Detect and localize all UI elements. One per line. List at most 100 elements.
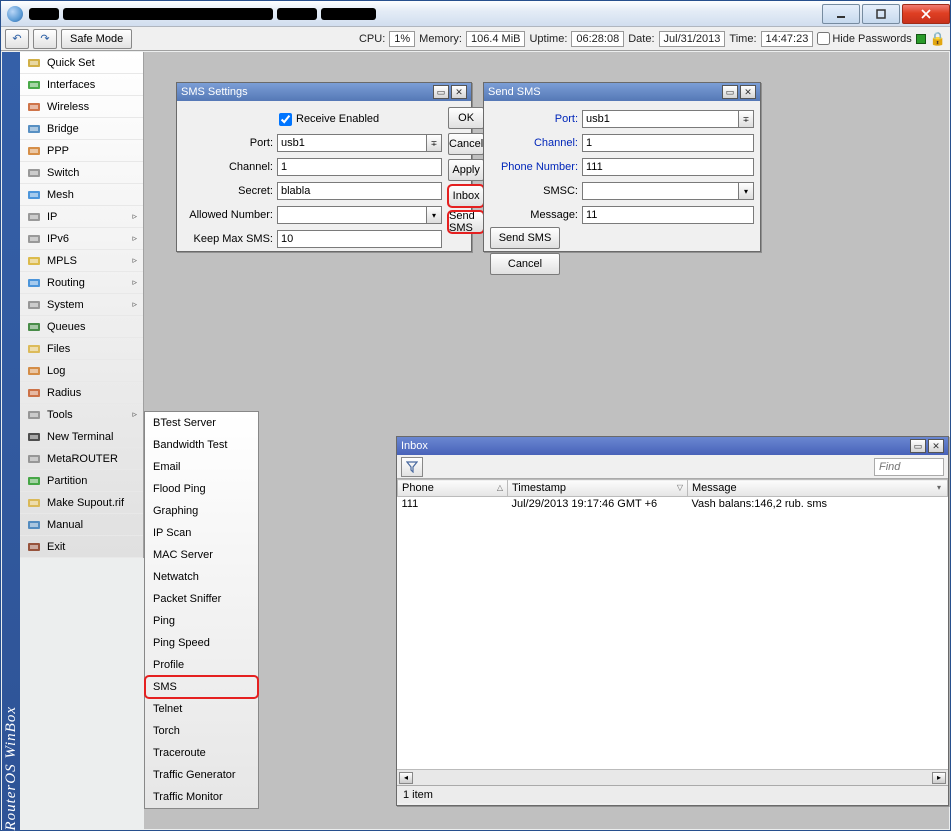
col-timestamp[interactable]: Timestamp▽ xyxy=(508,480,688,497)
sms-settings-dock-button[interactable]: ▭ xyxy=(433,85,449,99)
submenu-item-ping-speed[interactable]: Ping Speed xyxy=(145,632,258,654)
sidebar-item-bridge[interactable]: Bridge xyxy=(20,118,143,140)
ok-button[interactable]: OK xyxy=(448,107,484,129)
submenu-item-bandwidth-test[interactable]: Bandwidth Test xyxy=(145,434,258,456)
submenu-item-profile[interactable]: Profile xyxy=(145,654,258,676)
sidebar-item-ppp[interactable]: PPP xyxy=(20,140,143,162)
sidebar-item-partition[interactable]: Partition xyxy=(20,470,143,492)
sidebar-item-metarouter[interactable]: MetaROUTER xyxy=(20,448,143,470)
redo-button[interactable]: ↷ xyxy=(33,29,57,49)
find-input[interactable] xyxy=(874,458,944,476)
sidebar-item-ip[interactable]: IP▹ xyxy=(20,206,143,228)
scroll-left-button[interactable]: ◂ xyxy=(399,772,413,784)
title-redacted xyxy=(29,8,59,20)
sidebar-item-queues[interactable]: Queues xyxy=(20,316,143,338)
sidebar-item-quick-set[interactable]: Quick Set xyxy=(20,52,143,74)
col-message[interactable]: Message▾ xyxy=(688,480,948,497)
inbox-button[interactable]: Inbox xyxy=(448,185,484,207)
channel-input[interactable] xyxy=(277,158,442,176)
sidebar-item-log[interactable]: Log xyxy=(20,360,143,382)
sidebar-item-radius[interactable]: Radius xyxy=(20,382,143,404)
inbox-dock-button[interactable]: ▭ xyxy=(910,439,926,453)
sendsms-smsc-dropdown[interactable]: ▾ xyxy=(738,182,754,200)
port-dropdown-button[interactable]: ∓ xyxy=(426,134,442,152)
sidebar-item-system[interactable]: System▹ xyxy=(20,294,143,316)
sidebar-item-wireless[interactable]: Wireless xyxy=(20,96,143,118)
sidebar-item-make-supout-rif[interactable]: Make Supout.rif xyxy=(20,492,143,514)
sidebar-item-mesh[interactable]: Mesh xyxy=(20,184,143,206)
send-sms-window: Send SMS ▭ ✕ Port: ∓ Channel: Phone Numb… xyxy=(483,82,761,252)
filter-button[interactable] xyxy=(401,457,423,477)
exit-icon xyxy=(26,539,42,555)
sidebar-item-label: Switch xyxy=(47,167,79,179)
sidebar-item-interfaces[interactable]: Interfaces xyxy=(20,74,143,96)
send-sms-dock-button[interactable]: ▭ xyxy=(722,85,738,99)
hide-passwords-checkbox[interactable]: Hide Passwords xyxy=(817,32,911,45)
send-sms-titlebar[interactable]: Send SMS ▭ ✕ xyxy=(484,83,760,101)
sms-settings-close-button[interactable]: ✕ xyxy=(451,85,467,99)
receive-enabled-checkbox[interactable] xyxy=(279,113,292,126)
submenu-item-sms[interactable]: SMS xyxy=(145,676,258,698)
sidebar-item-label: Exit xyxy=(47,541,65,553)
secret-input[interactable] xyxy=(277,182,442,200)
time-value: 14:47:23 xyxy=(761,31,814,47)
sendsms-send-button[interactable]: Send SMS xyxy=(490,227,560,249)
sendsms-cancel-button[interactable]: Cancel xyxy=(490,253,560,275)
submenu-item-traffic-monitor[interactable]: Traffic Monitor xyxy=(145,786,258,808)
undo-button[interactable]: ↶ xyxy=(5,29,29,49)
sendsms-port-dropdown[interactable]: ∓ xyxy=(738,110,754,128)
allowed-dropdown-button[interactable]: ▾ xyxy=(426,206,442,224)
terminal-icon xyxy=(26,429,42,445)
minimize-button[interactable] xyxy=(822,4,860,24)
safe-mode-button[interactable]: Safe Mode xyxy=(61,29,132,49)
sidebar-item-mpls[interactable]: MPLS▹ xyxy=(20,250,143,272)
sidebar-item-manual[interactable]: Manual xyxy=(20,514,143,536)
time-label: Time: xyxy=(729,33,756,45)
sidebar-item-routing[interactable]: Routing▹ xyxy=(20,272,143,294)
submenu-item-traffic-generator[interactable]: Traffic Generator xyxy=(145,764,258,786)
sendsms-smsc-input[interactable] xyxy=(582,182,738,200)
inbox-close-button[interactable]: ✕ xyxy=(928,439,944,453)
funnel-icon xyxy=(406,461,418,473)
port-input[interactable] xyxy=(277,134,426,152)
submenu-item-traceroute[interactable]: Traceroute xyxy=(145,742,258,764)
submenu-item-telnet[interactable]: Telnet xyxy=(145,698,258,720)
cancel-button[interactable]: Cancel xyxy=(448,133,484,155)
sidebar-item-exit[interactable]: Exit xyxy=(20,536,143,558)
maximize-button[interactable] xyxy=(862,4,900,24)
sidebar-item-files[interactable]: Files xyxy=(20,338,143,360)
sidebar-item-ipv6[interactable]: IPv6▹ xyxy=(20,228,143,250)
inbox-hscrollbar[interactable]: ◂ ▸ xyxy=(397,769,948,785)
sendsms-message-input[interactable] xyxy=(582,206,754,224)
sidebar-item-label: Make Supout.rif xyxy=(47,497,124,509)
sendsms-port-input[interactable] xyxy=(582,110,738,128)
sendsms-phone-input[interactable] xyxy=(582,158,754,176)
close-button[interactable] xyxy=(902,4,950,24)
submenu-item-graphing[interactable]: Graphing xyxy=(145,500,258,522)
submenu-item-ip-scan[interactable]: IP Scan xyxy=(145,522,258,544)
sidebar-item-switch[interactable]: Switch xyxy=(20,162,143,184)
scroll-right-button[interactable]: ▸ xyxy=(932,772,946,784)
inbox-row[interactable]: 111Jul/29/2013 19:17:46 GMT +6Vash balan… xyxy=(398,497,948,512)
inbox-titlebar[interactable]: Inbox ▭ ✕ xyxy=(397,437,948,455)
submenu-item-email[interactable]: Email xyxy=(145,456,258,478)
submenu-item-netwatch[interactable]: Netwatch xyxy=(145,566,258,588)
submenu-item-mac-server[interactable]: MAC Server xyxy=(145,544,258,566)
uptime-label: Uptime: xyxy=(529,33,567,45)
cpu-label: CPU: xyxy=(359,33,385,45)
sidebar-item-tools[interactable]: Tools▹ xyxy=(20,404,143,426)
send-sms-button[interactable]: Send SMS xyxy=(448,211,484,233)
submenu-item-torch[interactable]: Torch xyxy=(145,720,258,742)
sendsms-channel-input[interactable] xyxy=(582,134,754,152)
apply-button[interactable]: Apply xyxy=(448,159,484,181)
submenu-item-ping[interactable]: Ping xyxy=(145,610,258,632)
allowed-number-input[interactable] xyxy=(277,206,426,224)
col-phone[interactable]: Phone△ xyxy=(398,480,508,497)
send-sms-close-button[interactable]: ✕ xyxy=(740,85,756,99)
submenu-item-packet-sniffer[interactable]: Packet Sniffer xyxy=(145,588,258,610)
keep-max-sms-input[interactable] xyxy=(277,230,442,248)
submenu-item-btest-server[interactable]: BTest Server xyxy=(145,412,258,434)
submenu-item-flood-ping[interactable]: Flood Ping xyxy=(145,478,258,500)
sms-settings-titlebar[interactable]: SMS Settings ▭ ✕ xyxy=(177,83,471,101)
sidebar-item-new-terminal[interactable]: New Terminal xyxy=(20,426,143,448)
